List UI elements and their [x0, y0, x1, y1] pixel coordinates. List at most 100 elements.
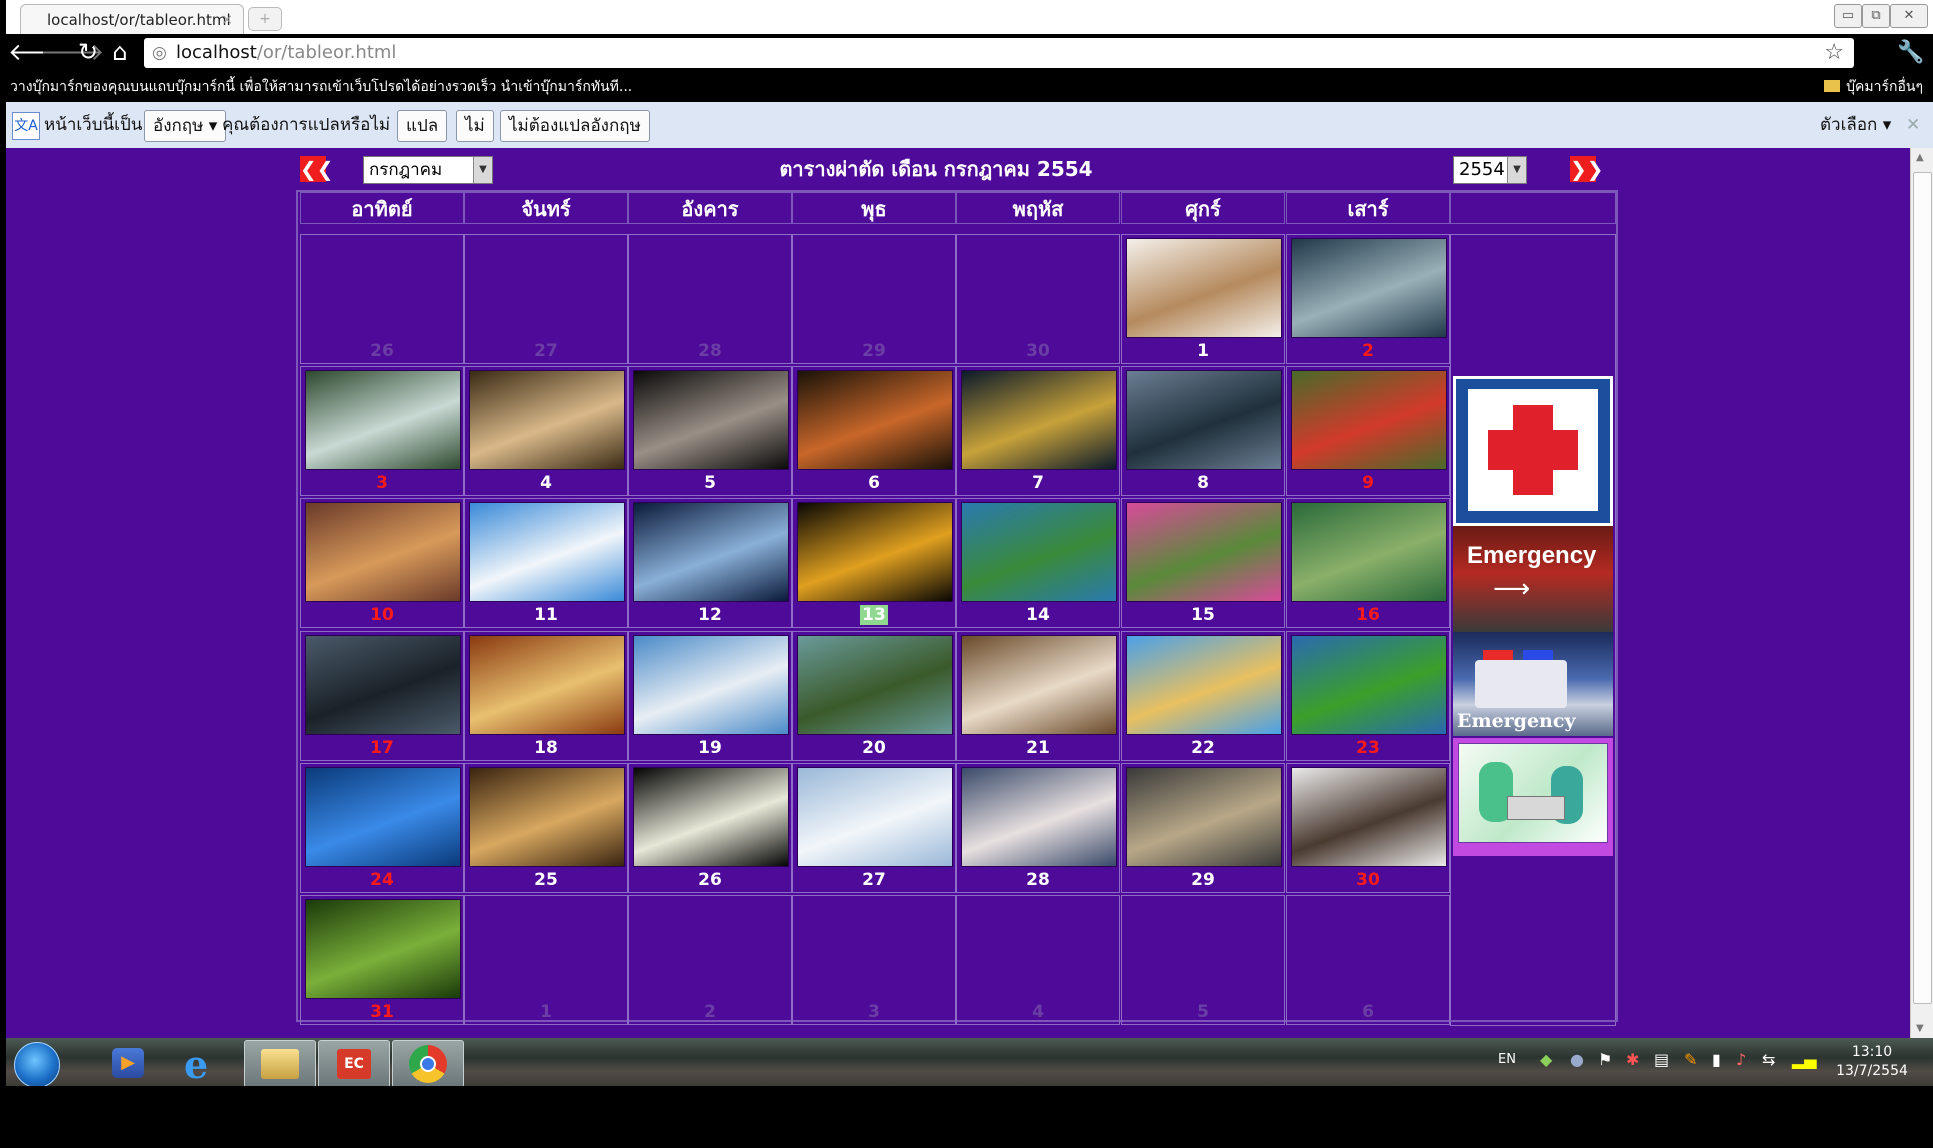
calendar-day-cell[interactable]: 20 — [792, 631, 956, 761]
calendar-day-cell[interactable]: 3 — [792, 895, 956, 1025]
editor-taskbar-button[interactable]: EC — [318, 1040, 390, 1088]
forest-image[interactable] — [305, 899, 461, 999]
page-info-icon[interactable]: ◎ — [152, 38, 167, 68]
calendar-day-cell[interactable]: 3 — [300, 366, 464, 496]
wrench-menu-icon[interactable]: 🔧 — [1896, 38, 1926, 68]
calendar-day-cell[interactable]: 2 — [1286, 234, 1450, 364]
no-button[interactable]: ไม่ — [456, 110, 494, 142]
address-bar[interactable]: ◎ localhost/or/tableor.html ☆ — [144, 38, 1854, 68]
explorer-taskbar-button[interactable] — [244, 1040, 316, 1088]
calendar-day-cell[interactable]: 26 — [628, 763, 792, 893]
calendar-day-cell[interactable]: 13 — [792, 498, 956, 628]
calendar-day-cell[interactable]: 22 — [1121, 631, 1285, 761]
calendar-day-cell[interactable]: 27 — [464, 234, 628, 364]
tool-icon[interactable]: ✎ — [1684, 1050, 1697, 1069]
emergency-sign-image[interactable]: Emergency ⟶ — [1453, 526, 1613, 632]
bookmark-star-icon[interactable]: ☆ — [1824, 38, 1844, 68]
translate-button[interactable]: แปล — [397, 110, 448, 142]
page-scrollbar[interactable]: ▲ ▼ — [1910, 148, 1933, 1038]
lily-image[interactable] — [633, 767, 789, 867]
first-aid-image[interactable] — [1453, 376, 1613, 526]
snow-image[interactable] — [797, 767, 953, 867]
calendar-day-cell[interactable]: 24 — [300, 763, 464, 893]
internet-explorer-taskbar-button[interactable]: e — [168, 1040, 238, 1087]
calendar-day-cell[interactable]: 11 — [464, 498, 628, 628]
scrollbar-thumb[interactable] — [1913, 172, 1932, 1004]
falls-image[interactable] — [961, 635, 1117, 735]
emergency-cartoon-image[interactable] — [1453, 738, 1613, 856]
eiffel-image[interactable] — [797, 502, 953, 602]
calendar-day-cell[interactable]: 7 — [956, 366, 1120, 496]
heart-image[interactable] — [469, 502, 625, 602]
bridge-image[interactable] — [961, 370, 1117, 470]
browser-tab[interactable]: localhost/or/tableor.html × — [20, 4, 244, 35]
calendar-day-cell[interactable]: 9 — [1286, 366, 1450, 496]
calendar-day-cell[interactable]: 29 — [1121, 763, 1285, 893]
maximize-button[interactable]: ⧉ — [1862, 4, 1890, 28]
street-image[interactable] — [1126, 767, 1282, 867]
actor-image[interactable] — [1291, 767, 1447, 867]
options-button[interactable]: ตัวเลือก ▾ — [1820, 110, 1891, 140]
home-icon[interactable]: ⌂ — [106, 38, 134, 66]
chrome-taskbar-button[interactable] — [392, 1040, 464, 1088]
lake-image[interactable] — [1126, 370, 1282, 470]
man-image[interactable] — [633, 370, 789, 470]
calendar-day-cell[interactable]: 18 — [464, 631, 628, 761]
field-image[interactable] — [1291, 635, 1447, 735]
media-player-taskbar-button[interactable]: ▶ — [94, 1040, 164, 1086]
calendar-day-cell[interactable]: 19 — [628, 631, 792, 761]
calendar-day-cell[interactable]: 8 — [1121, 366, 1285, 496]
language-indicator[interactable]: EN — [1498, 1052, 1516, 1067]
calendar-day-cell[interactable]: 28 — [628, 234, 792, 364]
calendar-day-cell[interactable]: 6 — [792, 366, 956, 496]
river-image[interactable] — [961, 502, 1117, 602]
calendar-day-cell[interactable]: 1 — [1121, 234, 1285, 364]
calendar-day-cell[interactable]: 5 — [628, 366, 792, 496]
skyline-image[interactable] — [305, 767, 461, 867]
calendar-day-cell[interactable]: 5 — [1121, 895, 1285, 1025]
calendar-day-cell[interactable]: 25 — [464, 763, 628, 893]
minimize-button[interactable]: ▭ — [1834, 4, 1862, 28]
flowers-image[interactable] — [1126, 502, 1282, 602]
calendar-day-cell[interactable]: 29 — [792, 234, 956, 364]
scroll-down-icon[interactable]: ▼ — [1916, 1023, 1924, 1034]
year-select[interactable]: 2554 ▼ — [1453, 156, 1527, 184]
wall-image[interactable] — [1291, 502, 1447, 602]
city-image[interactable] — [305, 502, 461, 602]
tab-close-icon[interactable]: × — [221, 5, 233, 35]
calendar-day-cell[interactable]: 10 — [300, 498, 464, 628]
calendar-day-cell[interactable]: 17 — [300, 631, 464, 761]
calendar-day-cell[interactable]: 15 — [1121, 498, 1285, 628]
car-image[interactable] — [1291, 370, 1447, 470]
calendar-day-cell[interactable]: 1 — [464, 895, 628, 1025]
never-translate-button[interactable]: ไม่ต้องแปลอังกฤษ — [500, 110, 650, 142]
calendar-day-cell[interactable]: 4 — [464, 366, 628, 496]
bookmark-hint[interactable]: วางบุ๊กมาร์กของคุณบนแถบบุ๊กมาร์กนี้ เพื่… — [10, 72, 632, 102]
volume-icon[interactable]: ♪ — [1736, 1050, 1746, 1069]
calendar-day-cell[interactable]: 30 — [956, 234, 1120, 364]
calendar-day-cell[interactable]: 23 — [1286, 631, 1450, 761]
new-tab-button[interactable]: + — [248, 7, 282, 31]
calendar-day-cell[interactable]: 6 — [1286, 895, 1450, 1025]
translate-close-icon[interactable]: ✕ — [1906, 110, 1920, 140]
calendar-day-cell[interactable]: 12 — [628, 498, 792, 628]
mountain-image[interactable] — [633, 635, 789, 735]
blonde-image[interactable] — [469, 635, 625, 735]
calendar-day-cell[interactable]: 27 — [792, 763, 956, 893]
battery-icon[interactable]: ▮ — [1712, 1050, 1721, 1069]
rock-image[interactable] — [797, 635, 953, 735]
forward-icon[interactable]: 🡒 — [40, 38, 104, 66]
antivirus-icon[interactable]: ✱ — [1626, 1050, 1639, 1069]
madagascar-image[interactable] — [1126, 635, 1282, 735]
scroll-up-icon[interactable]: ▲ — [1916, 152, 1924, 163]
calendar-day-cell[interactable]: 16 — [1286, 498, 1450, 628]
calendar-day-cell[interactable]: 2 — [628, 895, 792, 1025]
display-icon[interactable]: ▤ — [1654, 1050, 1669, 1069]
calendar-day-cell[interactable]: 26 — [300, 234, 464, 364]
calendar-day-cell[interactable]: 21 — [956, 631, 1120, 761]
flag-icon[interactable]: ⚑ — [1598, 1050, 1612, 1069]
house-image[interactable] — [961, 767, 1117, 867]
clock[interactable]: 13:10 13/7/2554 — [1832, 1043, 1912, 1081]
fountain-image[interactable] — [469, 370, 625, 470]
other-bookmarks[interactable]: บุ๊คมาร์กอื่นๆ — [1824, 72, 1923, 102]
